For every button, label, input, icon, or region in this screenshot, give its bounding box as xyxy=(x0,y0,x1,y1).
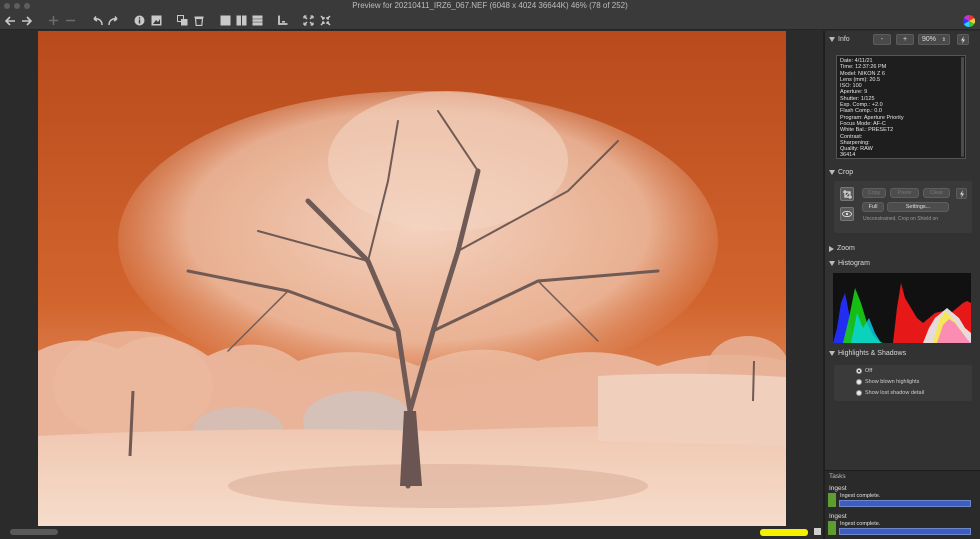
crop-copy-button[interactable]: Copy xyxy=(862,188,886,198)
tasks-title: Tasks xyxy=(829,473,846,480)
lightning-icon[interactable] xyxy=(957,34,969,45)
histogram-title: Histogram xyxy=(838,260,870,267)
radio-off[interactable] xyxy=(856,368,862,374)
disclosure-open-icon xyxy=(829,261,835,266)
radio-off-label: Off xyxy=(865,368,873,374)
rotate-left-icon[interactable] xyxy=(90,14,103,27)
disclosure-open-icon xyxy=(829,37,835,42)
arrow-right-icon[interactable] xyxy=(20,14,32,27)
crop-section-header[interactable]: Crop xyxy=(829,169,853,176)
info-panel: Date: 4/11/21 Time: 12:37:26 PM Model: NIK… xyxy=(836,55,966,159)
eye-icon[interactable] xyxy=(840,207,854,221)
crop-title: Crop xyxy=(838,169,854,176)
radio-show-lost-shadow-detail[interactable] xyxy=(856,390,862,396)
split-view-icon[interactable] xyxy=(251,14,263,27)
tasks-panel: Tasks Ingest Ingest complete. Ingest Ing… xyxy=(825,470,980,539)
radio-show-blown-highlights[interactable] xyxy=(856,379,862,385)
highlights-section-header[interactable]: Highlights & Shadows xyxy=(829,350,906,357)
fill-icon[interactable] xyxy=(319,14,331,27)
crop-status-note: Unconstrained, Crop on Shield on xyxy=(863,216,939,222)
disclosure-closed-icon xyxy=(829,245,834,252)
task-name: Ingest xyxy=(829,485,847,492)
highlights-panel: Off Show blown highlights Show lost shad… xyxy=(834,365,972,401)
copy-icon[interactable] xyxy=(176,14,188,27)
histogram xyxy=(833,273,971,343)
single-view-icon[interactable] xyxy=(219,14,231,27)
fit-icon[interactable] xyxy=(302,14,314,27)
zoom-out-icon[interactable] xyxy=(64,14,76,27)
radio-show-lost-shadow-detail-label: Show lost shadow detail xyxy=(865,390,925,396)
task-progress-bar xyxy=(839,528,971,535)
info-zoom-value: 90% xyxy=(922,36,937,43)
task-progress-bar xyxy=(839,500,971,507)
trash-icon[interactable] xyxy=(193,14,205,27)
info-zoom-select[interactable]: 90% ⇕ xyxy=(918,34,950,45)
ingest-task-icon xyxy=(828,521,836,535)
info-minus-button[interactable]: - xyxy=(873,34,891,45)
zoom-section-header[interactable]: Zoom xyxy=(829,245,855,252)
rotate-right-icon[interactable] xyxy=(107,14,120,27)
preview-image[interactable] xyxy=(38,31,786,526)
crop-full-button[interactable]: Full xyxy=(862,202,884,212)
color-wheel-icon[interactable] xyxy=(962,14,976,27)
horizontal-scrollbar[interactable] xyxy=(10,529,58,535)
task-status: Ingest complete. xyxy=(840,521,881,527)
info-title: Info xyxy=(838,36,850,43)
preview-pane xyxy=(0,31,823,539)
info-line: 36414 xyxy=(840,152,856,159)
resize-corner[interactable] xyxy=(814,528,821,535)
title-bar: Preview for 20210411_IRZ6_067.NEF (6048 … xyxy=(0,0,980,12)
toolbar xyxy=(0,12,980,30)
highlights-title: Highlights & Shadows xyxy=(838,350,907,357)
zoom-title: Zoom xyxy=(837,245,855,252)
crop-clear-button[interactable]: Clear xyxy=(923,188,950,198)
crop-lightning-icon[interactable] xyxy=(956,188,967,199)
crop-settings-button[interactable]: Settings... xyxy=(887,202,949,212)
info-scrollbar[interactable] xyxy=(961,57,964,157)
disclosure-open-icon xyxy=(829,170,835,175)
info-plus-button[interactable]: + xyxy=(896,34,914,45)
task-status: Ingest complete. xyxy=(840,493,881,499)
window-title: Preview for 20210411_IRZ6_067.NEF (6048 … xyxy=(352,1,628,10)
chevron-updown-icon: ⇕ xyxy=(941,36,946,43)
info-section-header[interactable]: Info xyxy=(829,36,850,43)
crop-tool-icon[interactable] xyxy=(840,187,854,201)
histogram-section-header[interactable]: Histogram xyxy=(829,260,870,267)
color-label-tag[interactable] xyxy=(760,529,808,536)
arrow-left-icon[interactable] xyxy=(4,14,16,27)
zoom-in-icon[interactable] xyxy=(47,14,59,27)
disclosure-open-icon xyxy=(829,351,835,356)
crop-corner-icon[interactable] xyxy=(276,14,288,27)
radio-show-blown-highlights-label: Show blown highlights xyxy=(865,379,920,385)
info-icon[interactable] xyxy=(133,14,145,27)
ingest-task-icon xyxy=(828,493,836,507)
task-name: Ingest xyxy=(829,513,847,520)
crop-paste-button[interactable]: Paste xyxy=(890,188,919,198)
crop-panel: Copy Paste Clear Full Settings... Uncons… xyxy=(834,181,972,233)
two-up-view-icon[interactable] xyxy=(235,14,247,27)
image-icon[interactable] xyxy=(150,14,162,27)
sidebar: Info - + 90% ⇕ Date: 4/11/21 Time: 12:37:… xyxy=(825,31,980,539)
